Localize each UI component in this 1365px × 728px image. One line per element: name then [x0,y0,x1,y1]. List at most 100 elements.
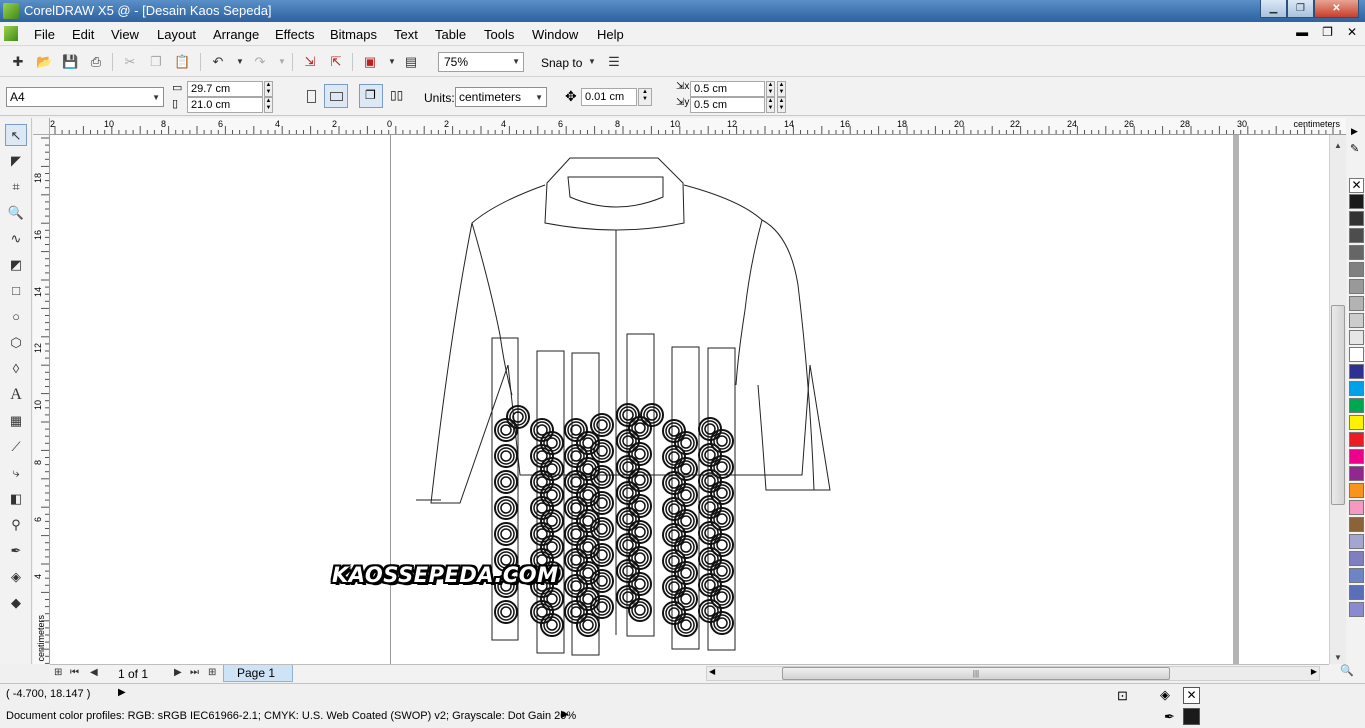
fill-tool-icon[interactable]: ◈ [5,566,27,588]
color-swatch[interactable] [1349,517,1364,532]
eyedropper-tool-icon[interactable]: ⚲ [5,514,27,536]
paper-size-select[interactable]: A4 ▼ [6,87,164,107]
doc-restore-button[interactable]: ❐ [1322,25,1333,39]
all-pages-button[interactable]: ❐ [359,84,383,108]
menu-file[interactable]: File [34,27,55,42]
menu-help[interactable]: Help [597,27,624,42]
jacket-design[interactable] [50,135,1329,664]
copy-icon[interactable]: ❐ [148,54,164,70]
application-launcher-icon[interactable]: ▣ [362,54,378,70]
next-page-icon[interactable]: ▶ [174,667,182,678]
outline-tool-icon[interactable]: ✒ [5,540,27,562]
zoom-level-select[interactable]: 75% ▼ [438,52,524,72]
color-swatch[interactable] [1349,500,1364,515]
text-tool-icon[interactable]: A [5,384,27,406]
rectangle-tool-icon[interactable]: □ [5,280,27,302]
ruler-origin[interactable] [33,118,50,135]
page-height-spinner[interactable]: ▲ ▼ [264,97,273,113]
shape-tool-icon[interactable]: ◤ [5,150,27,172]
color-swatch[interactable] [1349,245,1364,260]
polygon-tool-icon[interactable]: ⬡ [5,332,27,354]
freehand-tool-icon[interactable]: ∿ [5,228,27,250]
menu-layout[interactable]: Layout [157,27,196,42]
menu-arrange[interactable]: Arrange [213,27,259,42]
cut-icon[interactable]: ✂ [122,54,138,70]
color-swatch[interactable] [1349,398,1364,413]
jacket-sleeve-seam-right[interactable] [735,219,763,386]
menu-bitmaps[interactable]: Bitmaps [330,27,377,42]
undo-icon[interactable]: ↶ [210,54,226,70]
color-swatch[interactable] [1349,330,1364,345]
doc-minimize-button[interactable]: ▬ [1296,25,1308,39]
new-document-icon[interactable]: ✚ [10,54,26,70]
color-swatch[interactable] [1349,313,1364,328]
color-swatch[interactable] [1349,568,1364,583]
close-button[interactable]: ✕ [1314,0,1359,18]
color-swatch[interactable] [1349,262,1364,277]
palette-scroll-up-icon[interactable]: ▶ [1351,126,1358,137]
smart-fill-tool-icon[interactable]: ◩ [5,254,27,276]
redo-icon[interactable]: ↷ [252,54,268,70]
landscape-button[interactable] [324,84,348,108]
scroll-right-icon[interactable]: ▶ [1311,667,1317,676]
color-swatch[interactable] [1349,449,1364,464]
duplicate-y-field[interactable]: 0.5 cm [690,97,765,113]
page-height-field[interactable]: 21.0 cm [187,97,263,113]
color-swatch[interactable] [1349,432,1364,447]
outline-color-swatch[interactable] [1183,708,1200,725]
menu-window[interactable]: Window [532,27,578,42]
vertical-scrollbar[interactable]: ▲ ▼ [1329,135,1346,664]
previous-page-icon[interactable]: ◀ [90,667,98,678]
add-page-before-icon[interactable]: ⊞ [54,667,62,678]
nudge-spinner[interactable]: ▲ ▼ [638,88,652,106]
print-icon[interactable]: ⎙ [88,54,104,70]
connector-tool-icon[interactable]: ⤷ [5,462,27,484]
profiles-expand-icon[interactable]: ▶ [561,709,569,720]
no-color-swatch[interactable]: ✕ [1349,178,1364,193]
first-page-icon[interactable]: ⏮ [70,667,79,678]
duplicate-x-spinner[interactable]: ▲ ▼ [766,81,775,97]
basic-shapes-tool-icon[interactable]: ◊ [5,358,27,380]
drawing-canvas[interactable]: KAOSSEPEDA.COM [50,135,1329,664]
color-swatch[interactable] [1349,602,1364,617]
scroll-down-icon[interactable]: ▼ [1334,653,1342,662]
dimension-tool-icon[interactable]: ⟋ [5,436,27,458]
redo-dropdown-icon[interactable]: ▼ [274,54,290,70]
open-folder-icon[interactable]: 📂 [36,54,52,70]
snap-dropdown-icon[interactable]: ▼ [584,54,600,70]
snap-to-button[interactable]: Snap to [541,56,582,70]
duplicate-y-spinner[interactable]: ▲ ▼ [766,97,775,113]
scroll-left-icon[interactable]: ◀ [709,667,715,676]
save-icon[interactable]: 💾 [62,54,78,70]
duplicate-x-spinner-2[interactable]: ▲ ▼ [777,81,786,97]
duplicate-y-spinner-2[interactable]: ▲ ▼ [777,97,786,113]
horizontal-ruler[interactable]: 2 10 8 6 4 2 0 2 4 6 8 10 12 14 16 18 20… [50,118,1346,135]
duplicate-x-field[interactable]: 0.5 cm [690,81,765,97]
interactive-fill-tool-icon[interactable]: ◆ [5,592,27,614]
page-width-spinner[interactable]: ▲ ▼ [264,81,273,97]
portrait-button[interactable] [298,84,322,108]
minimize-button[interactable]: ▁ [1260,0,1287,18]
horizontal-scrollbar[interactable]: ◀ ||| ▶ [706,666,1320,681]
restore-button[interactable]: ❐ [1287,0,1314,18]
color-swatch[interactable] [1349,551,1364,566]
color-swatch[interactable] [1349,483,1364,498]
last-page-icon[interactable]: ⏭ [190,667,199,678]
color-swatch[interactable] [1349,279,1364,294]
table-tool-icon[interactable]: ▦ [5,410,27,432]
blend-tool-icon[interactable]: ◧ [5,488,27,510]
welcome-screen-icon[interactable]: ▤ [403,54,419,70]
menu-effects[interactable]: Effects [275,27,315,42]
ellipse-tool-icon[interactable]: ○ [5,306,27,328]
menu-edit[interactable]: Edit [72,27,94,42]
color-swatch[interactable] [1349,415,1364,430]
jacket-body-right[interactable] [683,184,815,491]
menu-text[interactable]: Text [394,27,418,42]
export-icon[interactable]: ⇱ [328,54,344,70]
color-swatch[interactable] [1349,211,1364,226]
color-swatch[interactable] [1349,347,1364,362]
horizontal-scroll-thumb[interactable]: ||| [782,667,1170,680]
status-expand-icon[interactable]: ▶ [118,687,126,698]
undo-dropdown-icon[interactable]: ▼ [232,54,248,70]
color-swatch[interactable] [1349,364,1364,379]
